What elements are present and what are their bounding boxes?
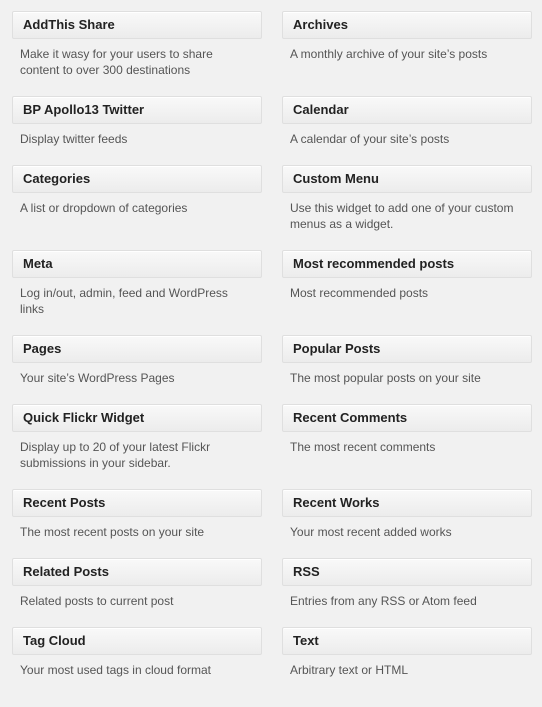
widget-related-posts: Related Posts Related posts to current p…	[12, 558, 262, 609]
widget-title[interactable]: Recent Comments	[282, 404, 532, 432]
widget-title[interactable]: Text	[282, 627, 532, 655]
widget-most-recommended-posts: Most recommended posts Most recommended …	[282, 250, 532, 301]
widget-tag-cloud: Tag Cloud Your most used tags in cloud f…	[12, 627, 262, 678]
widget-recent-posts: Recent Posts The most recent posts on yo…	[12, 489, 262, 540]
widget-title[interactable]: Archives	[282, 11, 532, 39]
widget-archives: Archives A monthly archive of your site’…	[282, 11, 532, 62]
widget-meta: Meta Log in/out, admin, feed and WordPre…	[12, 250, 262, 317]
widget-recent-works: Recent Works Your most recent added work…	[282, 489, 532, 540]
widget-description: Log in/out, admin, feed and WordPress li…	[20, 286, 228, 316]
widget-title[interactable]: AddThis Share	[12, 11, 262, 39]
widget-description: Most recommended posts	[290, 286, 429, 300]
widget-description: Your site’s WordPress Pages	[20, 371, 175, 385]
widget-description: A monthly archive of your site’s posts	[290, 47, 488, 61]
widget-title[interactable]: Recent Posts	[12, 489, 262, 517]
widget-title[interactable]: Tag Cloud	[12, 627, 262, 655]
widget-description: Your most recent added works	[290, 525, 452, 539]
widget-categories: Categories A list or dropdown of categor…	[12, 165, 262, 216]
widget-description: Make it wasy for your users to share con…	[20, 47, 213, 77]
widget-addthis-share: AddThis Share Make it wasy for your user…	[12, 11, 262, 78]
widget-bp-apollo13-twitter: BP Apollo13 Twitter Display twitter feed…	[12, 96, 262, 147]
widget-title[interactable]: Pages	[12, 335, 262, 363]
widget-description: Related posts to current post	[20, 594, 174, 608]
widget-title[interactable]: Related Posts	[12, 558, 262, 586]
widget-title[interactable]: BP Apollo13 Twitter	[12, 96, 262, 124]
widget-description: Your most used tags in cloud format	[20, 663, 211, 677]
widget-calendar: Calendar A calendar of your site’s posts	[282, 96, 532, 147]
widget-description: The most popular posts on your site	[290, 371, 481, 385]
widget-title[interactable]: Recent Works	[282, 489, 532, 517]
widget-title[interactable]: Categories	[12, 165, 262, 193]
widget-description: A calendar of your site’s posts	[290, 132, 450, 146]
widget-custom-menu: Custom Menu Use this widget to add one o…	[282, 165, 532, 232]
widget-description: Display twitter feeds	[20, 132, 128, 146]
widget-description: The most recent comments	[290, 440, 436, 454]
widget-title[interactable]: Most recommended posts	[282, 250, 532, 278]
widget-description: Arbitrary text or HTML	[290, 663, 409, 677]
available-widgets-grid: AddThis Share Make it wasy for your user…	[0, 0, 542, 707]
widget-description: Use this widget to add one of your custo…	[290, 201, 514, 231]
widget-title[interactable]: Quick Flickr Widget	[12, 404, 262, 432]
widget-rss: RSS Entries from any RSS or Atom feed	[282, 558, 532, 609]
widget-quick-flickr: Quick Flickr Widget Display up to 20 of …	[12, 404, 262, 471]
widget-description: A list or dropdown of categories	[20, 201, 188, 215]
widget-popular-posts: Popular Posts The most popular posts on …	[282, 335, 532, 386]
widget-description: Display up to 20 of your latest Flickr s…	[20, 440, 211, 470]
widget-title[interactable]: Popular Posts	[282, 335, 532, 363]
widget-title[interactable]: RSS	[282, 558, 532, 586]
widget-pages: Pages Your site’s WordPress Pages	[12, 335, 262, 386]
widget-title[interactable]: Custom Menu	[282, 165, 532, 193]
widget-title[interactable]: Meta	[12, 250, 262, 278]
widget-description: The most recent posts on your site	[20, 525, 205, 539]
widget-recent-comments: Recent Comments The most recent comments	[282, 404, 532, 455]
widget-title[interactable]: Calendar	[282, 96, 532, 124]
widget-description: Entries from any RSS or Atom feed	[290, 594, 477, 608]
widget-text: Text Arbitrary text or HTML	[282, 627, 532, 678]
